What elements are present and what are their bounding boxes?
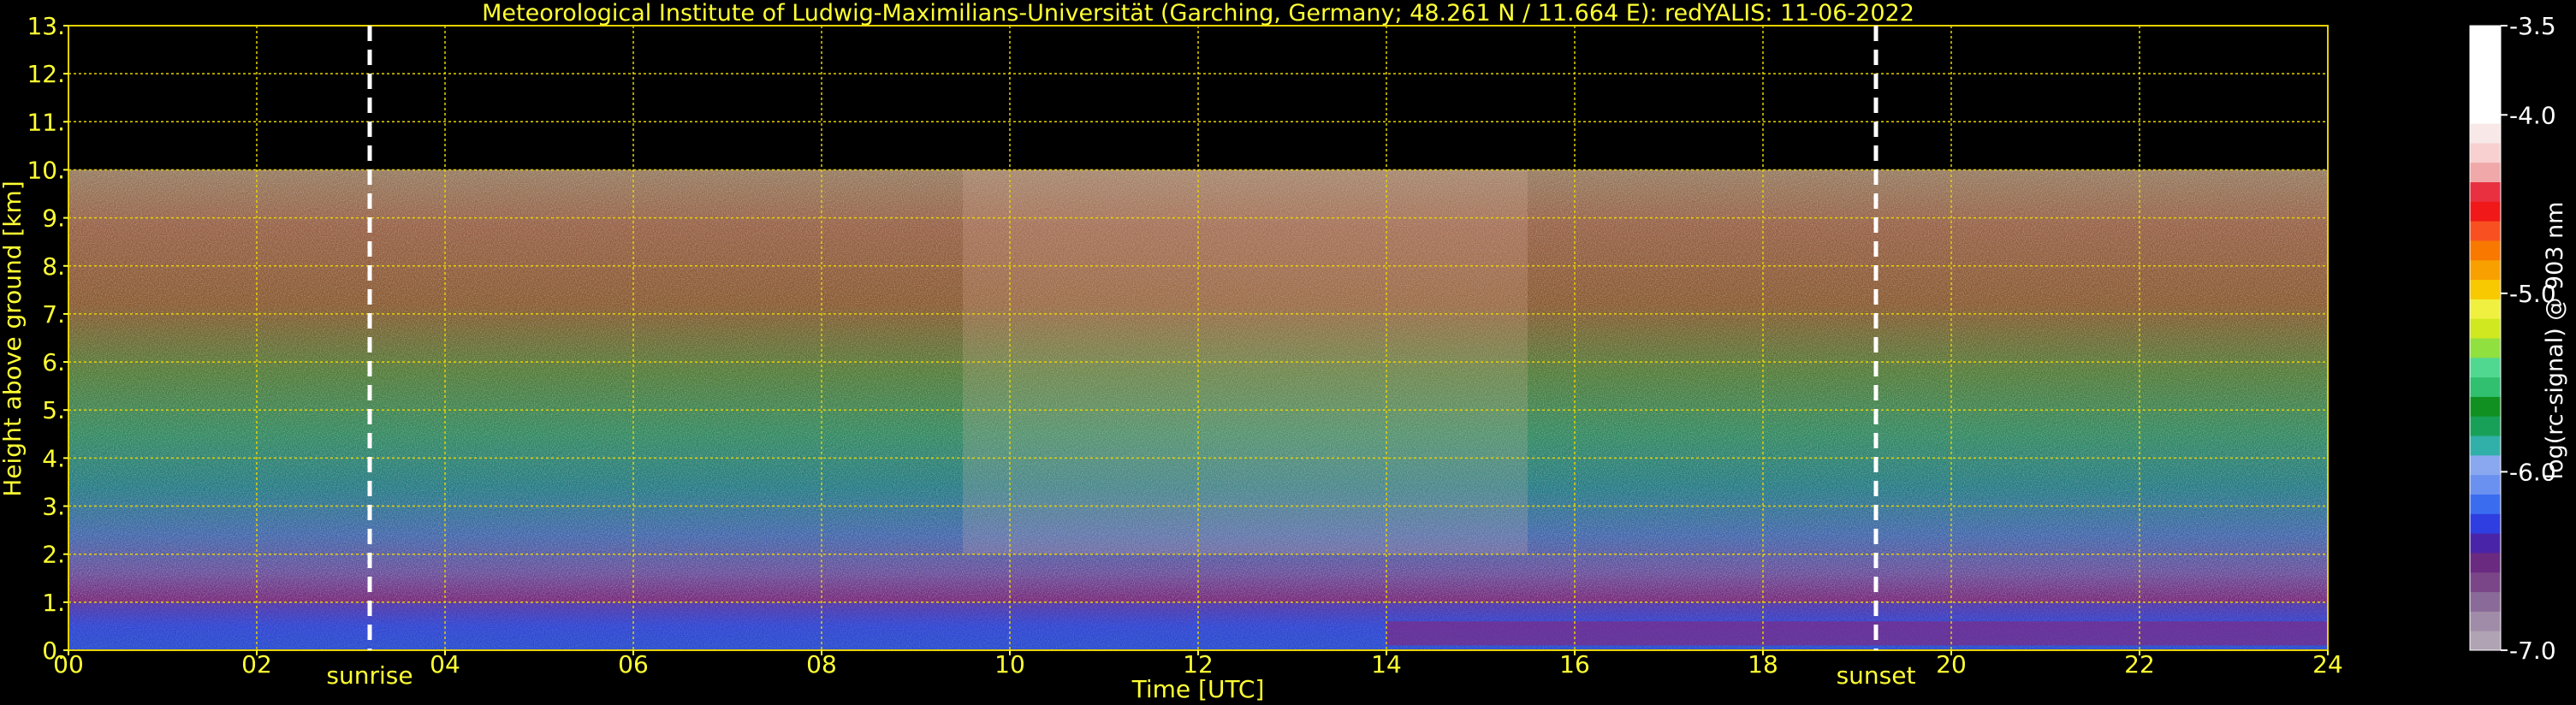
colorbar-label: log(rc-signal) @ 903 nm [2542, 202, 2568, 480]
y-axis-label: Height above ground [km] [0, 181, 27, 497]
colorbar-segment [2470, 123, 2501, 144]
x-tick-label: 10 [994, 650, 1025, 678]
x-tick-label: 06 [618, 650, 649, 678]
colorbar-segment [2470, 44, 2501, 66]
colorbar-segment [2470, 64, 2501, 85]
colorbar-segment [2470, 142, 2501, 163]
colorbar-segment [2470, 416, 2501, 436]
colorbar-segment [2470, 338, 2501, 358]
y-tick-label: 9. [42, 204, 65, 233]
y-tick-label: 1. [42, 589, 65, 617]
colorbar-segment [2470, 259, 2501, 281]
colorbar-segment [2470, 201, 2501, 222]
colorbar-segment [2470, 84, 2501, 104]
y-tick-label: 5. [42, 396, 65, 424]
colorbar-segment [2470, 513, 2501, 534]
colorbar-segment [2470, 299, 2501, 319]
colorbar-segment [2470, 631, 2501, 651]
colorbar-segment [2470, 181, 2501, 202]
y-tick-label: 8. [42, 252, 65, 281]
y-tick-label: 4. [42, 444, 65, 472]
colorbar-segment [2470, 572, 2501, 593]
y-tick-label: 3. [42, 493, 65, 521]
y-tick-label: 0. [42, 637, 65, 665]
x-axis-label: Time [UTC] [1131, 675, 1265, 703]
y-tick-label: 2. [42, 541, 65, 569]
x-tick-label: 02 [241, 650, 272, 678]
y-tick-label: 10. [27, 156, 65, 184]
colorbar-segment [2470, 240, 2501, 261]
x-tick-label: 16 [1559, 650, 1590, 678]
sunset-label: sunset [1837, 661, 1916, 690]
colorbar-segment [2470, 611, 2501, 631]
lidar-chart: sunrise sunset 00 02 04 06 08 10 12 14 16 18 20 22 24… [0, 0, 2568, 703]
colorbar-segment [2470, 357, 2501, 378]
y-tick-label: 13. [27, 12, 65, 40]
colorbar-segment [2470, 279, 2501, 299]
x-tick-label: 14 [1371, 650, 1402, 678]
y-tick-label: 6. [42, 348, 65, 376]
y-tick-label: 12. [27, 60, 65, 88]
colorbar-segment [2470, 396, 2501, 417]
aerosol-layer [1386, 621, 2328, 646]
x-tick-label: 20 [1936, 650, 1967, 678]
chart-title: Meteorological Institute of Ludwig-Maxim… [482, 0, 1914, 27]
colorbar-segment [2470, 552, 2501, 573]
colorbar-tick-label: -3.5 [2509, 12, 2556, 40]
colorbar-segment [2470, 162, 2501, 182]
y-tick-label: 11. [27, 108, 65, 136]
colorbar-tick-label: -4.0 [2509, 101, 2556, 129]
x-tick-label: 22 [2124, 650, 2155, 678]
x-tick-label: 04 [430, 650, 460, 678]
colorbar-segment [2470, 104, 2501, 124]
colorbar-segment [2470, 318, 2501, 339]
y-tick-label: 7. [42, 300, 65, 329]
colorbar-segment [2470, 376, 2501, 397]
colorbar-segment [2470, 454, 2501, 476]
colorbar-segment [2470, 474, 2501, 495]
x-tick-label: 18 [1748, 650, 1778, 678]
colorbar-segment [2470, 533, 2501, 554]
colorbar-segment [2470, 494, 2501, 514]
colorbar-segment [2470, 26, 2501, 46]
sunrise-label: sunrise [326, 661, 413, 690]
colorbar-segment [2470, 435, 2501, 456]
colorbar-tick-label: -7.0 [2509, 637, 2556, 665]
x-tick-label: 08 [806, 650, 837, 678]
colorbar-segment [2470, 221, 2501, 241]
colorbar-segment [2470, 591, 2501, 612]
x-tick-label: 24 [2312, 650, 2343, 678]
